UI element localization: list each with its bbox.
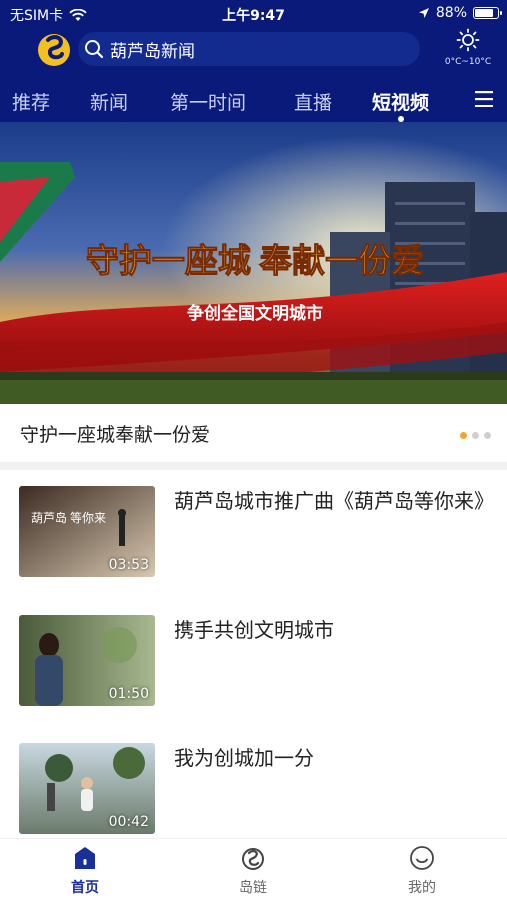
carousel-dot[interactable] xyxy=(472,432,479,439)
app-logo-icon[interactable] xyxy=(34,28,74,68)
nav-profile[interactable]: 我的 xyxy=(382,845,462,897)
menu-icon[interactable] xyxy=(475,91,493,107)
tab-short-video[interactable]: 短视频 xyxy=(372,88,429,122)
thumbnail-text: 葫芦岛 等你来 xyxy=(31,510,106,525)
search-icon xyxy=(85,40,104,59)
status-bar: 无SIM卡 上午9:47 88% xyxy=(0,0,507,28)
nav-profile-label: 我的 xyxy=(408,880,436,896)
video-thumbnail[interactable]: 葫芦岛 等你来 03:53 xyxy=(19,486,155,577)
location-arrow-icon xyxy=(418,8,429,18)
section-divider xyxy=(0,462,507,470)
video-duration: 00:42 xyxy=(108,814,149,830)
video-list-item[interactable]: 01:50 携手共创文明城市 xyxy=(0,615,507,715)
category-tabs: 推荐 新闻 第一时间 直播 短视频 xyxy=(0,84,507,122)
weather-widget[interactable]: 0°C~10°C xyxy=(441,28,495,67)
carousel-dot[interactable] xyxy=(484,432,491,439)
nav-daolian[interactable]: 岛链 xyxy=(213,845,293,897)
home-icon xyxy=(75,847,95,869)
nav-home[interactable]: 首页 xyxy=(45,845,125,897)
smile-face-icon xyxy=(410,846,434,870)
video-duration: 01:50 xyxy=(108,686,149,702)
video-title[interactable]: 葫芦岛城市推广曲《葫芦岛等你来》 xyxy=(174,486,494,517)
video-list-item[interactable]: 葫芦岛 等你来 03:53 葫芦岛城市推广曲《葫芦岛等你来》 xyxy=(0,486,507,586)
carousel-indicator xyxy=(460,432,491,439)
banner-headline: 守护一座城 奉献一份爱 xyxy=(86,243,424,280)
banner-caption[interactable]: 守护一座城奉献一份爱 xyxy=(0,404,507,462)
nav-daolian-label: 岛链 xyxy=(239,880,267,896)
video-title[interactable]: 我为创城加一分 xyxy=(174,743,484,774)
banner-subheadline: 争创全国文明城市 xyxy=(187,303,323,323)
video-title[interactable]: 携手共创文明城市 xyxy=(174,615,484,646)
sun-icon xyxy=(456,28,480,52)
weather-temp: 0°C~10°C xyxy=(444,57,492,67)
daolian-logo-icon xyxy=(242,848,264,870)
tab-recommend[interactable]: 推荐 xyxy=(12,88,50,115)
banner-image: 守护一座城 奉献一份爱 争创全国文明城市 xyxy=(0,122,507,404)
video-list-item[interactable]: 00:42 我为创城加一分 xyxy=(0,743,507,843)
battery-percent: 88% xyxy=(435,5,467,21)
tab-live[interactable]: 直播 xyxy=(294,88,332,115)
app-header: 无SIM卡 上午9:47 88% 葫芦岛新闻 0°C~10°C 推荐 新闻 第一… xyxy=(0,0,507,122)
video-thumbnail[interactable]: 00:42 xyxy=(19,743,155,834)
carousel-dot[interactable] xyxy=(460,432,467,439)
video-duration: 03:53 xyxy=(108,557,149,573)
search-placeholder: 葫芦岛新闻 xyxy=(110,41,195,62)
tab-first-time[interactable]: 第一时间 xyxy=(170,88,246,115)
featured-banner[interactable]: 守护一座城 奉献一份爱 争创全国文明城市 xyxy=(0,122,507,404)
battery-icon xyxy=(473,7,502,19)
bottom-tab-bar: 首页 岛链 我的 xyxy=(0,838,507,900)
video-thumbnail[interactable]: 01:50 xyxy=(19,615,155,706)
nav-home-label: 首页 xyxy=(71,880,99,896)
tab-news[interactable]: 新闻 xyxy=(90,88,128,115)
search-bar[interactable]: 葫芦岛新闻 xyxy=(78,32,420,66)
